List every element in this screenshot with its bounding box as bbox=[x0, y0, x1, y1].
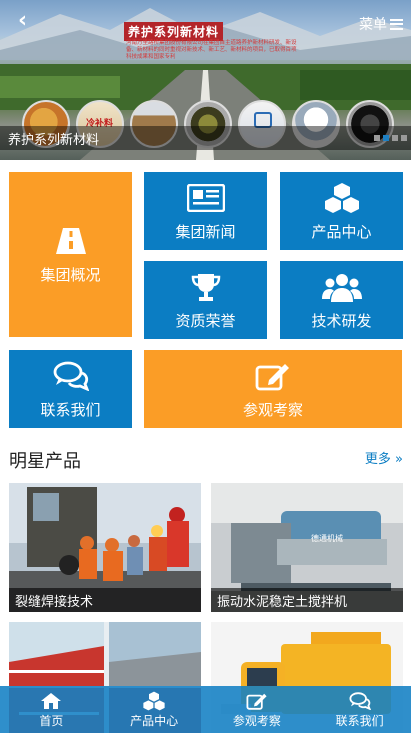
road-icon bbox=[51, 224, 91, 258]
svg-text:德通机械: 德通机械 bbox=[311, 533, 343, 543]
tile-label: 资质荣誉 bbox=[175, 311, 236, 330]
banner-description: 河南万里路桥集团股份有限公司在集团自主道路养护新材料研发、新设备、新材料的同时重… bbox=[126, 40, 297, 60]
nav-home[interactable]: 首页 bbox=[0, 686, 103, 733]
nav-product-center[interactable]: 产品中心 bbox=[103, 686, 206, 733]
edit-icon bbox=[253, 359, 293, 393]
hero-banner[interactable]: ‹ 菜单 养护系列新材料 河南万里路桥集团股份有限公司在集团自主道路养护新材料研… bbox=[0, 0, 411, 160]
carousel-dot-active[interactable] bbox=[383, 135, 389, 141]
trophy-icon bbox=[186, 270, 226, 304]
carousel-dot[interactable] bbox=[374, 135, 380, 141]
tile-label: 参观考察 bbox=[242, 400, 303, 419]
tile-tech-rnd[interactable]: 技术研发 bbox=[280, 261, 403, 339]
product-card[interactable]: 裂缝焊接技术 bbox=[9, 483, 201, 612]
tile-label: 集团概况 bbox=[40, 266, 101, 284]
nav-contact-us[interactable]: 联系我们 bbox=[308, 686, 411, 733]
cubes-icon bbox=[141, 691, 167, 711]
product-caption: 振动水泥稳定土搅拌机 bbox=[211, 588, 403, 612]
product-card[interactable]: 德通机械 振动水泥稳定土搅拌机 bbox=[211, 483, 403, 612]
more-link[interactable]: 更多 » bbox=[365, 448, 403, 467]
banner-caption-bar: 养护系列新材料 bbox=[0, 126, 411, 150]
bottom-nav: 首页 产品中心 参观考察 联系我们 bbox=[0, 686, 411, 733]
banner-caption: 养护系列新材料 bbox=[8, 133, 100, 148]
edit-icon bbox=[246, 691, 268, 711]
carousel-dots bbox=[374, 135, 407, 141]
tile-group-overview[interactable]: 集团概况 bbox=[9, 172, 132, 337]
page: ‹ 菜单 养护系列新材料 河南万里路桥集团股份有限公司在集团自主道路养护新材料研… bbox=[0, 0, 411, 733]
newspaper-icon bbox=[186, 181, 226, 215]
product-caption: 裂缝焊接技术 bbox=[9, 588, 201, 612]
tile-group-news[interactable]: 集团新闻 bbox=[144, 172, 267, 250]
tile-label: 集团新闻 bbox=[175, 222, 236, 241]
nav-label: 参观考察 bbox=[232, 713, 281, 728]
tile-label: 技术研发 bbox=[311, 311, 372, 330]
hamburger-icon bbox=[390, 18, 403, 30]
menu-label: 菜单 bbox=[359, 17, 387, 33]
carousel-dot[interactable] bbox=[392, 135, 398, 141]
home-icon bbox=[40, 691, 62, 711]
nav-label: 首页 bbox=[39, 713, 64, 728]
tile-qualification-honors[interactable]: 资质荣誉 bbox=[144, 261, 267, 339]
tile-label: 联系我们 bbox=[40, 400, 101, 419]
banner-title: 养护系列新材料 bbox=[124, 22, 224, 41]
carousel-dot[interactable] bbox=[401, 135, 407, 141]
nav-label: 产品中心 bbox=[130, 713, 179, 728]
cubes-icon bbox=[322, 181, 362, 215]
chat-icon bbox=[349, 691, 371, 711]
users-icon bbox=[321, 270, 362, 304]
back-icon[interactable]: ‹ bbox=[18, 10, 27, 32]
tile-product-center[interactable]: 产品中心 bbox=[280, 172, 403, 250]
menu-button[interactable]: 菜单 bbox=[359, 14, 403, 34]
nav-visit[interactable]: 参观考察 bbox=[206, 686, 309, 733]
tile-contact-us[interactable]: 联系我们 bbox=[9, 350, 132, 428]
tile-visit[interactable]: 参观考察 bbox=[144, 350, 402, 428]
nav-label: 联系我们 bbox=[335, 713, 384, 728]
chat-icon bbox=[51, 359, 91, 393]
section-title: 明星产品 bbox=[9, 451, 81, 472]
tile-label: 产品中心 bbox=[311, 222, 372, 241]
